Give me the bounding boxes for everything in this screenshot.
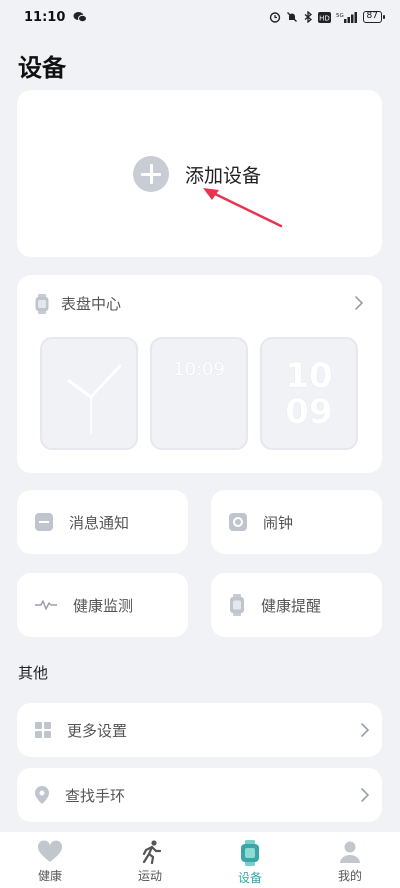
nav-mine-label: 我的 (337, 869, 362, 883)
network-type: 5G (336, 13, 344, 19)
dial-center-card[interactable]: 表盘中心 10:09 10 09 (17, 275, 382, 473)
more-settings-label: 更多设置 (67, 721, 128, 740)
running-icon (142, 840, 162, 864)
nav-device[interactable]: 设备 (200, 832, 300, 886)
add-device-card[interactable]: 添加设备 (17, 90, 382, 257)
svg-text:HD: HD (319, 14, 330, 22)
mute-bell-icon (286, 12, 297, 22)
digital-face-time: 10:09 (173, 359, 225, 380)
alarm-clock-icon (269, 12, 280, 23)
status-right: HD 5G 87 (269, 11, 386, 23)
grid-icon (35, 722, 51, 738)
find-band-row[interactable]: 查找手环 (17, 768, 382, 822)
find-band-label: 查找手环 (65, 786, 126, 805)
watch-face-big-digits[interactable]: 10 09 (260, 337, 358, 450)
page-title: 设备 (18, 54, 66, 82)
status-bar: 11:10 HD 5G 87 (0, 0, 400, 34)
nav-health-label: 健康 (37, 869, 62, 883)
analog-clock-hands (67, 364, 122, 434)
nav-sport-label: 运动 (137, 869, 162, 883)
message-icon (35, 513, 53, 531)
health-reminder-label: 健康提醒 (261, 596, 322, 615)
chevron-right-icon (361, 723, 370, 737)
alarm-card[interactable]: 闹钟 (211, 490, 382, 554)
hd-icon: HD (317, 11, 331, 23)
big-digits-hours: 10 (285, 356, 333, 396)
heart-rate-icon (35, 600, 57, 610)
health-reminder-card[interactable]: 健康提醒 (211, 573, 382, 637)
dial-center-header[interactable]: 表盘中心 (35, 293, 121, 314)
bottom-navigation: 健康 运动 设备 我的 (0, 832, 400, 888)
watch-face-analog[interactable] (40, 337, 138, 450)
person-icon (340, 841, 360, 863)
dial-center-title: 表盘中心 (61, 295, 122, 313)
nav-sport[interactable]: 运动 (100, 832, 200, 884)
status-left: 11:10 (24, 9, 88, 25)
nav-health[interactable]: 健康 (0, 832, 100, 884)
watch-icon (241, 840, 259, 866)
battery-indicator: 87 (362, 11, 386, 23)
signal-icon: 5G (336, 12, 357, 23)
health-monitor-card[interactable]: 健康监测 (17, 573, 188, 637)
heart-icon (37, 840, 63, 862)
watch-face-digital[interactable]: 10:09 (150, 337, 248, 450)
health-monitor-label: 健康监测 (73, 596, 134, 615)
message-notification-card[interactable]: 消息通知 (17, 490, 188, 554)
watch-icon (35, 293, 49, 314)
status-time: 11:10 (24, 9, 66, 25)
alarm-icon (229, 513, 247, 531)
big-digits-minutes: 09 (285, 392, 333, 432)
red-arrow-annotation (203, 188, 283, 228)
chevron-right-icon (361, 788, 370, 802)
other-section-title: 其他 (18, 664, 49, 682)
bluetooth-icon (304, 11, 312, 23)
watch-icon (230, 594, 244, 616)
alarm-label: 闹钟 (263, 513, 294, 532)
wechat-icon (73, 12, 88, 23)
nav-device-label: 设备 (237, 871, 262, 885)
chevron-right-icon[interactable] (354, 295, 364, 311)
add-device-label: 添加设备 (185, 164, 262, 187)
more-settings-row[interactable]: 更多设置 (17, 703, 382, 757)
message-notification-label: 消息通知 (69, 513, 130, 532)
nav-mine[interactable]: 我的 (300, 832, 400, 884)
location-icon (35, 786, 49, 804)
plus-circle-icon (133, 156, 169, 192)
